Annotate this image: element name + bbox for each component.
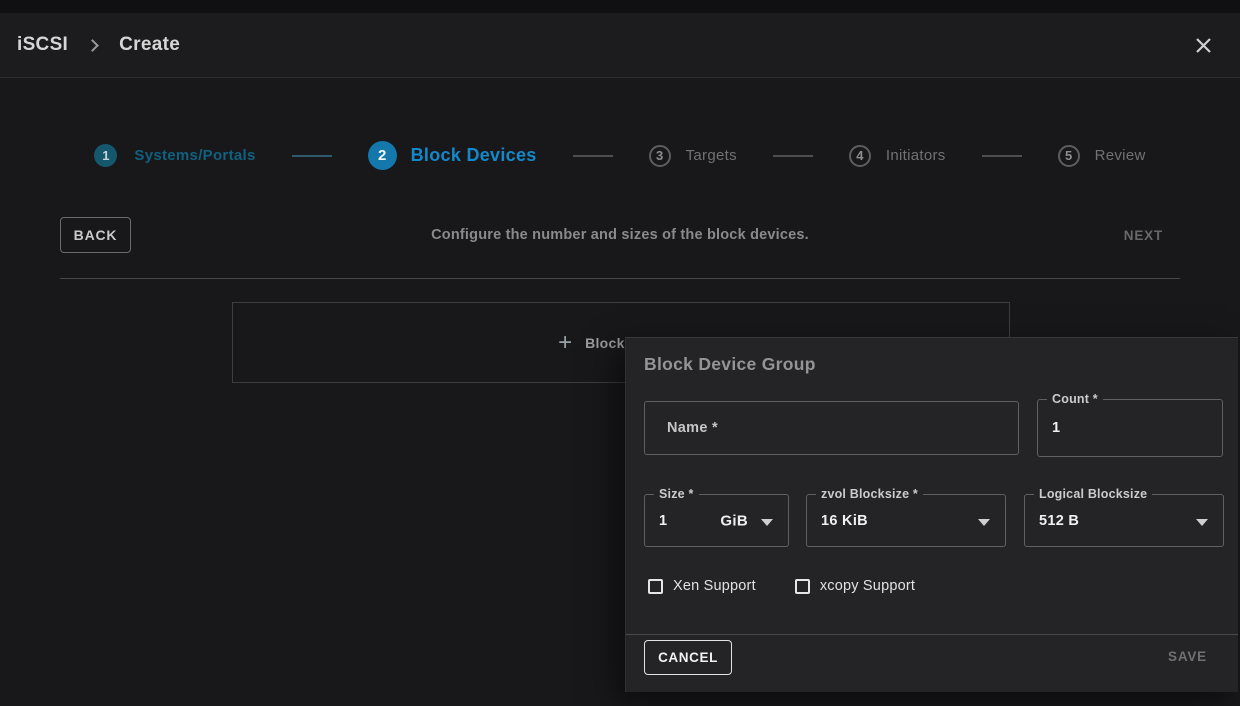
cancel-button[interactable]: CANCEL — [644, 640, 732, 675]
name-field[interactable]: Name * — [644, 401, 1019, 455]
size-field[interactable]: Size * 1 GiB — [644, 494, 789, 547]
size-field-value: 1 — [659, 513, 667, 529]
xcopy-support-label: xcopy Support — [820, 578, 915, 594]
zvol-blocksize-value: 16 KiB — [821, 513, 868, 529]
step-3-label: Targets — [686, 147, 737, 164]
dialog-title: Block Device Group — [644, 354, 816, 375]
close-icon[interactable] — [1190, 32, 1216, 58]
count-field-label: Count * — [1047, 392, 1103, 406]
step-1-circle: 1 — [94, 144, 117, 167]
size-unit-select[interactable]: GiB — [720, 512, 748, 529]
chevron-down-icon[interactable] — [1196, 519, 1208, 526]
toolbar-divider — [60, 278, 1180, 279]
iscsi-create-wizard: iSCSI Create 1 Systems/Portals 2 Block D… — [0, 0, 1240, 706]
next-button[interactable]: NEXT — [1124, 228, 1163, 243]
step-4-circle: 4 — [849, 145, 871, 167]
step-5-label: Review — [1095, 147, 1146, 164]
breadcrumb-root[interactable]: iSCSI — [17, 34, 68, 56]
zvol-blocksize-select[interactable]: zvol Blocksize * 16 KiB — [806, 494, 1006, 547]
xen-support-checkbox[interactable]: Xen Support — [648, 578, 756, 594]
step-initiators[interactable]: 4 Initiators — [849, 145, 946, 167]
stepper-connector — [982, 155, 1022, 157]
checkbox-icon — [648, 579, 663, 594]
step-4-label: Initiators — [886, 147, 946, 164]
step-instruction: Configure the number and sizes of the bl… — [0, 227, 1240, 243]
step-1-label: Systems/Portals — [134, 147, 255, 164]
count-field[interactable]: Count * 1 — [1037, 399, 1223, 457]
step-2-label: Block Devices — [411, 145, 537, 166]
breadcrumb-current: Create — [119, 34, 180, 56]
logical-blocksize-label: Logical Blocksize — [1034, 487, 1152, 501]
chevron-down-icon[interactable] — [978, 519, 990, 526]
plus-icon: + — [558, 331, 572, 355]
step-2-circle: 2 — [368, 141, 397, 170]
name-field-label: Name * — [667, 420, 718, 436]
top-strip — [0, 0, 1240, 13]
step-3-circle: 3 — [649, 145, 671, 167]
dialog-header: iSCSI Create — [0, 13, 1240, 78]
logical-blocksize-value: 512 B — [1039, 513, 1079, 529]
stepper-connector — [573, 155, 613, 157]
stepper-connector — [773, 155, 813, 157]
chevron-down-icon[interactable] — [761, 519, 773, 526]
save-button[interactable]: SAVE — [1168, 649, 1207, 664]
block-device-group-dialog: Block Device Group Name * Count * 1 Size… — [625, 337, 1238, 692]
step-targets[interactable]: 3 Targets — [649, 145, 737, 167]
dialog-footer-divider — [626, 634, 1238, 635]
step-review[interactable]: 5 Review — [1058, 145, 1146, 167]
checkbox-row: Xen Support xcopy Support — [648, 578, 915, 594]
zvol-blocksize-label: zvol Blocksize * — [816, 487, 923, 501]
xen-support-label: Xen Support — [673, 578, 756, 594]
step-block-devices[interactable]: 2 Block Devices — [368, 141, 537, 170]
wizard-stepper: 1 Systems/Portals 2 Block Devices 3 Targ… — [0, 141, 1240, 170]
size-field-label: Size * — [654, 487, 699, 501]
count-field-value: 1 — [1052, 420, 1060, 436]
chevron-right-icon — [86, 39, 99, 52]
xcopy-support-checkbox[interactable]: xcopy Support — [795, 578, 915, 594]
stepper-connector — [292, 155, 332, 157]
logical-blocksize-select[interactable]: Logical Blocksize 512 B — [1024, 494, 1224, 547]
step-systems-portals[interactable]: 1 Systems/Portals — [94, 144, 255, 167]
checkbox-icon — [795, 579, 810, 594]
step-5-circle: 5 — [1058, 145, 1080, 167]
